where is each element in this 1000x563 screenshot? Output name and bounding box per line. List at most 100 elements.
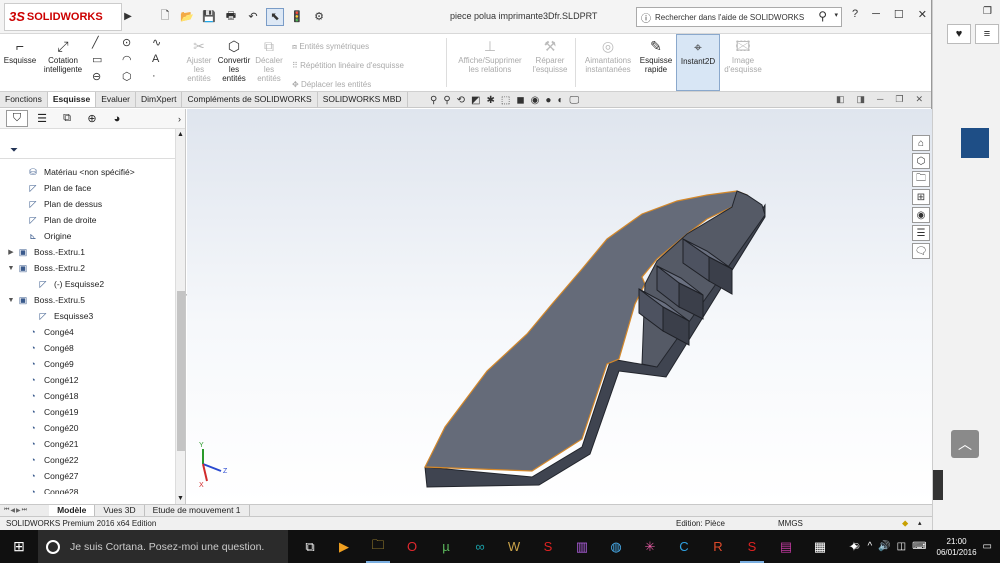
tab-evaluer[interactable]: Evaluer [96, 92, 137, 107]
ajuster-button[interactable]: ✂ Ajuster les entités [182, 34, 216, 91]
viewport-icon[interactable]: ◧ [836, 92, 845, 107]
tab-esquisse[interactable]: Esquisse [47, 92, 97, 107]
feature-tree-item[interactable]: ◔ Congé4 [0, 324, 176, 340]
next-tab-icon[interactable]: ▶ [16, 507, 21, 514]
feature-tree-item[interactable]: ▼ ▣ Boss.-Extru.2 [0, 260, 176, 276]
network-app-icon[interactable]: ✳ [634, 530, 666, 563]
filter-icon[interactable]: ⏷ [0, 143, 185, 159]
tab-etude-mouvement[interactable]: Etude de mouvement 1 [145, 505, 250, 516]
feature-tree-item[interactable]: ◔ Congé28 [0, 484, 176, 494]
rebuild-icon[interactable]: 🚦 [288, 8, 306, 26]
menu-icon[interactable]: ≡ [975, 24, 999, 44]
rebuild-status-icon[interactable]: ⬥ [902, 517, 908, 530]
convertir-button[interactable]: ⬡ Convertir les entités [216, 34, 252, 91]
feature-tree-item[interactable]: ◔ Congé18 [0, 388, 176, 404]
feature-tree-tab-icon[interactable]: ⛉ [6, 110, 28, 127]
undo-icon[interactable]: ↶ [244, 8, 262, 26]
volume-icon[interactable]: 🔊 [878, 541, 890, 552]
aimantations-button[interactable]: ◎ Aimantations instantanées [580, 34, 636, 91]
maximize-icon[interactable]: ☐ [894, 8, 904, 21]
slot-icon[interactable]: ⊖ [92, 70, 122, 87]
home-icon[interactable]: ⌂ [912, 135, 930, 151]
globe-app-icon[interactable]: ◍ [600, 530, 632, 563]
cotation-button[interactable]: ⤢ Cotation intelligente [40, 34, 86, 91]
view-orientation-icon[interactable]: ⬚ [501, 95, 510, 106]
solidworks-2016-icon[interactable]: S [532, 530, 564, 563]
feature-tree-item[interactable]: ◸ Plan de face [0, 180, 176, 196]
solidworks-running-icon[interactable]: S [736, 530, 768, 563]
scroll-down-icon[interactable]: ▼ [177, 495, 184, 502]
forum-icon[interactable]: 🗨 [912, 243, 930, 259]
feature-tree-item[interactable]: ◸ (-) Esquisse2 [0, 276, 176, 292]
scene-icon[interactable]: ◐ [557, 95, 563, 106]
solidworks-logo[interactable]: 3S SOLIDWORKS [4, 2, 122, 31]
feature-tree-item[interactable]: ◔ Congé27 [0, 468, 176, 484]
feature-tree-item[interactable]: ◔ Congé19 [0, 404, 176, 420]
spline-icon[interactable]: ∿ [152, 36, 182, 53]
hide-show-icon[interactable]: ◉ [531, 95, 540, 106]
scroll-top-button[interactable]: ︿ [951, 430, 979, 458]
display-style-icon[interactable]: ◼ [516, 95, 524, 106]
arc-icon[interactable]: ◠ [122, 53, 152, 70]
new-icon[interactable]: 🗋 [156, 8, 174, 26]
reparer-button[interactable]: ⚒ Réparer l'esquisse [529, 34, 571, 91]
select-icon[interactable]: ⬉ [266, 7, 284, 26]
keyboard-icon[interactable]: ⌨ [912, 541, 926, 552]
polygon-icon[interactable]: ⬡ [122, 70, 152, 87]
feature-tree-item[interactable]: ◔ Congé22 [0, 452, 176, 468]
view-palette-icon[interactable]: ⊞ [912, 189, 930, 205]
search-icon[interactable]: ⚲ [818, 9, 827, 23]
heart-icon[interactable]: ♥ [947, 24, 971, 44]
windows-start-icon[interactable]: ⊞ [0, 530, 38, 563]
feature-tree-item[interactable]: ◸ Esquisse3 [0, 308, 176, 324]
close-doc-icon[interactable]: ✕ [915, 92, 923, 107]
graphics-area[interactable]: Y Z X ⌂ ⬡ 🗀 ⊞ ◉ ☰ 🗨 [187, 109, 932, 504]
restore-doc-icon[interactable]: ❐ [895, 92, 903, 107]
arduino-icon[interactable]: ∞ [464, 530, 496, 563]
feature-tree-item[interactable]: ◸ Plan de droite [0, 212, 176, 228]
people-icon[interactable]: ☺ [851, 541, 861, 552]
restore-icon[interactable]: ❐ [983, 6, 992, 17]
feature-tree-item[interactable]: ◸ Plan de dessus [0, 196, 176, 212]
feature-tree-item[interactable]: ⊾ Origine [0, 228, 176, 244]
previous-view-icon[interactable]: ⟲ [457, 95, 465, 106]
appearances-icon[interactable]: ◉ [912, 207, 930, 223]
tab-vues-3d[interactable]: Vues 3D [95, 505, 145, 516]
tab-complements[interactable]: Compléments de SOLIDWORKS [182, 92, 318, 107]
help-search-input[interactable]: ⓘ Rechercher dans l'aide de SOLIDWORKS ⚲… [636, 7, 842, 27]
close-icon[interactable]: ✕ [918, 8, 927, 21]
instant2d-button[interactable]: ⌖ Instant2D [676, 34, 720, 91]
media-player-icon[interactable]: ▶ [328, 530, 360, 563]
game-icon[interactable]: W [498, 530, 530, 563]
dimxpert-tab-icon[interactable]: ⊕ [81, 110, 103, 127]
tab-dimxpert[interactable]: DimXpert [136, 92, 183, 107]
afficher-relations-button[interactable]: ⊥ Affiche/Supprimer les relations [451, 34, 529, 91]
notification-icon[interactable]: ▭ [983, 541, 992, 552]
esquisse-rapide-button[interactable]: ✎ Esquisse rapide [636, 34, 676, 91]
design-library-icon[interactable]: ⬡ [912, 153, 930, 169]
cortana-search-box[interactable]: Je suis Cortana. Posez-moi une question. [38, 530, 288, 563]
property-manager-tab-icon[interactable]: ☰ [31, 110, 53, 127]
zoom-fit-icon[interactable]: ⚲ [430, 95, 437, 106]
utorrent-icon[interactable]: µ [430, 530, 462, 563]
text-icon[interactable]: A [152, 53, 182, 70]
feature-tree-item[interactable]: ◔ Congé9 [0, 356, 176, 372]
minimize-doc-icon[interactable]: ─ [877, 92, 883, 107]
viewport-icon-2[interactable]: ◨ [856, 92, 865, 107]
image-esquisse-button[interactable]: 🖾 Image d'esquisse [720, 34, 766, 91]
task-view-icon[interactable]: ⧉ [294, 530, 326, 563]
section-view-icon[interactable]: ◩ [471, 95, 480, 106]
first-tab-icon[interactable]: ⏮ [4, 507, 9, 514]
last-tab-icon[interactable]: ⏭ [22, 507, 27, 514]
file-explorer-taskbar-icon[interactable]: 🗀 [362, 530, 394, 563]
tray-expand-icon[interactable]: ^ [867, 541, 872, 552]
feature-tree-item[interactable]: ⛁ Matériau <non spécifié> [0, 164, 176, 180]
decaler-button[interactable]: ⧉ Décaler les entités [252, 34, 286, 91]
point-icon[interactable]: · [152, 70, 182, 87]
save-icon[interactable]: 💾 [200, 8, 218, 26]
network-icon[interactable]: ◫ [897, 541, 906, 552]
feature-tree-scrollbar[interactable]: ▲ ▼ [175, 129, 185, 504]
feature-tree-item[interactable]: ◔ Congé8 [0, 340, 176, 356]
scroll-thumb[interactable] [177, 291, 185, 451]
line-icon[interactable]: ╱ [92, 36, 122, 53]
